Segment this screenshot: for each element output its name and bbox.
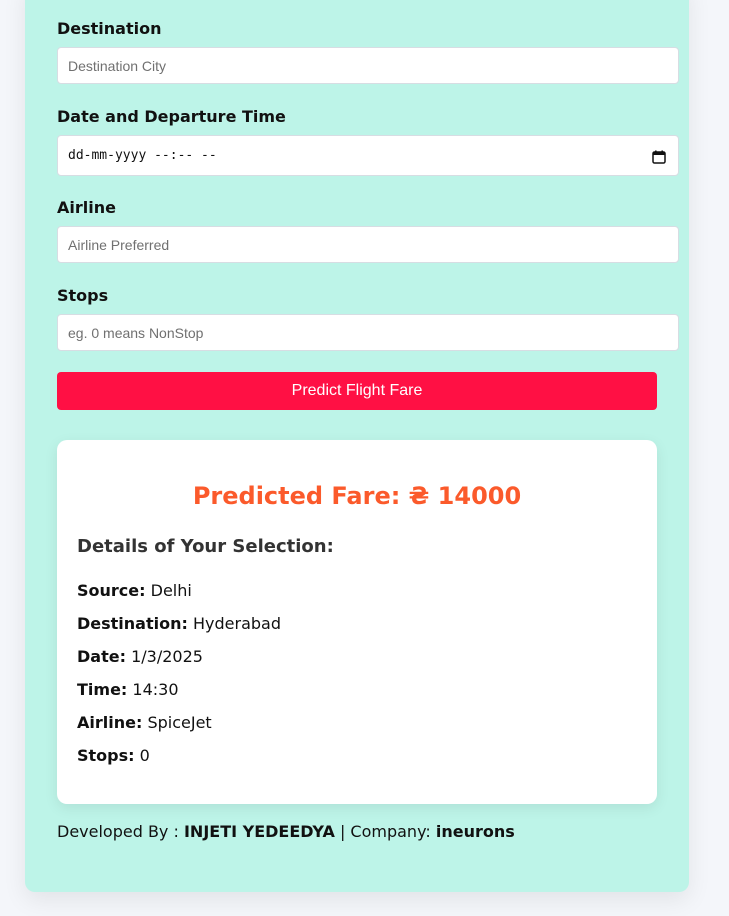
detail-value: SpiceJet	[147, 713, 212, 732]
detail-airline: Airline: SpiceJet	[77, 713, 212, 732]
footer-company: ineurons	[435, 822, 515, 841]
airline-input[interactable]	[57, 226, 679, 263]
footer-developed-prefix: Developed By :	[57, 822, 179, 841]
destination-label: Destination	[57, 19, 162, 38]
details-heading: Details of Your Selection:	[77, 536, 334, 557]
stops-label: Stops	[57, 286, 109, 305]
detail-label: Stops:	[77, 746, 135, 765]
detail-label: Source:	[77, 581, 146, 600]
detail-source: Source: Delhi	[77, 581, 192, 600]
datetime-label: Date and Departure Time	[57, 107, 286, 126]
detail-value: 14:30	[132, 680, 179, 699]
detail-time: Time: 14:30	[77, 680, 179, 699]
detail-value: Delhi	[150, 581, 192, 600]
footer-developer: INJETI YEDEEDYA	[183, 822, 335, 841]
stops-input[interactable]	[57, 314, 679, 351]
calendar-icon[interactable]	[652, 149, 666, 164]
datetime-input[interactable]: dd-mm-yyyy --:-- --	[57, 135, 679, 176]
detail-stops: Stops: 0	[77, 746, 150, 765]
airline-label: Airline	[57, 198, 116, 217]
detail-label: Destination:	[77, 614, 188, 633]
detail-label: Time:	[77, 680, 128, 699]
predicted-fare: Predicted Fare: ₴ 14000	[192, 482, 522, 510]
predict-flight-fare-button[interactable]: Predict Flight Fare	[57, 372, 657, 410]
datetime-value: dd-mm-yyyy --:-- --	[68, 148, 217, 163]
detail-value: 1/3/2025	[131, 647, 203, 666]
detail-value: Hyderabad	[192, 614, 281, 633]
destination-input[interactable]	[57, 47, 679, 84]
footer-credits: Developed By : INJETI YEDEEDYA | Company…	[57, 822, 515, 841]
footer-company-prefix: | Company:	[339, 822, 431, 841]
detail-label: Date:	[77, 647, 126, 666]
result-card: Predicted Fare: ₴ 14000 Details of Your …	[57, 440, 657, 804]
detail-label: Airline:	[77, 713, 143, 732]
detail-destination: Destination: Hyderabad	[77, 614, 281, 633]
detail-value: 0	[139, 746, 150, 765]
detail-date: Date: 1/3/2025	[77, 647, 203, 666]
